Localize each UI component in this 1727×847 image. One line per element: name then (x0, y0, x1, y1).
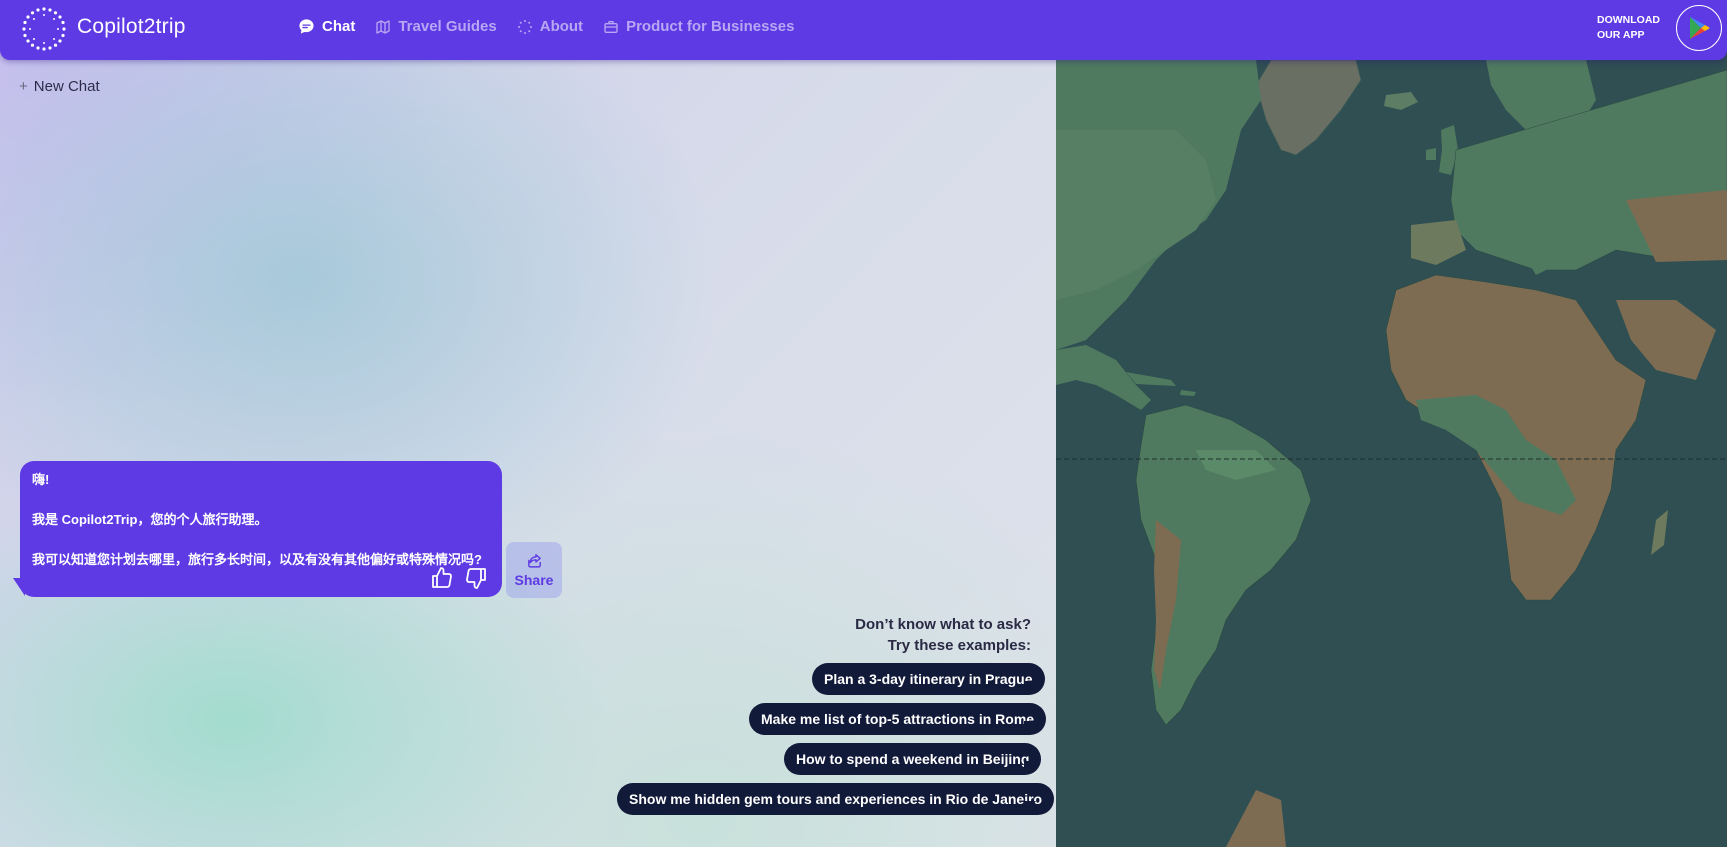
map-icon (376, 19, 391, 34)
thumbs-up-icon[interactable] (430, 566, 454, 595)
world-map[interactable] (1056, 0, 1727, 847)
nav-about[interactable]: About (517, 18, 583, 35)
example-prompt-chip[interactable]: How to spend a weekend in Beijing (784, 743, 1042, 775)
thumbs-down-icon[interactable] (464, 566, 488, 595)
chip-tail (1024, 721, 1036, 735)
download-line1: DOWNLOAD (1597, 14, 1660, 26)
briefcase-icon (604, 20, 618, 33)
example-prompt-chip[interactable]: Plan a 3-day itinerary in Prague (812, 663, 1045, 695)
message-greeting: 嗨! (32, 472, 50, 487)
brand-name[interactable]: Copilot2trip (77, 15, 186, 39)
chat-bubble-icon (299, 19, 314, 34)
chip-tail (1024, 801, 1036, 815)
sparkle-icon (517, 19, 532, 34)
examples-title-line1: Don’t know what to ask? (855, 616, 1031, 633)
example-prompt-chip[interactable]: Show me hidden gem tours and experiences… (617, 783, 1055, 815)
google-play-button[interactable] (1676, 5, 1722, 51)
nav-product-label: Product for Businesses (626, 18, 795, 35)
example-prompt-label: How to spend a weekend in Beijing (796, 751, 1030, 767)
brand-logo-icon[interactable] (20, 5, 68, 53)
nav-about-label: About (539, 18, 584, 35)
new-chat-label: New Chat (33, 78, 100, 95)
share-label: Share (514, 572, 554, 588)
new-chat-button[interactable]: + New Chat (19, 78, 100, 95)
nav-chat[interactable]: Chat (298, 18, 355, 35)
nav-travel-guides-label: Travel Guides (398, 18, 497, 35)
share-icon (527, 554, 541, 568)
chip-tail (1024, 681, 1036, 695)
share-button[interactable]: Share (506, 542, 562, 598)
chat-panel: + New Chat 嗨! 我是 Copilot2Trip，您的个人旅行助理。 … (0, 0, 1056, 847)
example-prompt-label: Make me list of top-5 attractions in Rom… (761, 711, 1035, 727)
google-play-icon (1690, 17, 1710, 39)
main-nav: Chat Travel Guides About Product for Bus… (298, 18, 814, 35)
example-prompt-label: Plan a 3-day itinerary in Prague (824, 671, 1033, 687)
example-prompt-chip[interactable]: Make me list of top-5 attractions in Rom… (749, 703, 1047, 735)
message-intro: 我是 Copilot2Trip，您的个人旅行助理。 (32, 512, 268, 527)
plus-icon: + (19, 78, 28, 95)
download-app-text[interactable]: DOWNLOAD OUR APP (1597, 13, 1660, 43)
feedback-buttons (430, 566, 498, 595)
bubble-tail (13, 578, 25, 596)
nav-chat-label: Chat (322, 18, 356, 35)
top-navigation-bar: Copilot2trip Chat Travel Guides About Pr… (0, 0, 1727, 60)
message-question: 我可以知道您计划去哪里，旅行多长时间，以及有没有其他偏好或特殊情况吗? (32, 552, 482, 567)
examples-title-line2: Try these examples: (887, 637, 1031, 654)
nav-travel-guides[interactable]: Travel Guides (375, 18, 497, 35)
examples-title: Don’t know what to ask? Try these exampl… (855, 614, 1031, 656)
download-line2: OUR APP (1597, 29, 1645, 41)
example-prompt-label: Show me hidden gem tours and experiences… (629, 791, 1043, 807)
chip-tail (1024, 761, 1036, 775)
nav-product-for-businesses[interactable]: Product for Businesses (603, 18, 794, 35)
